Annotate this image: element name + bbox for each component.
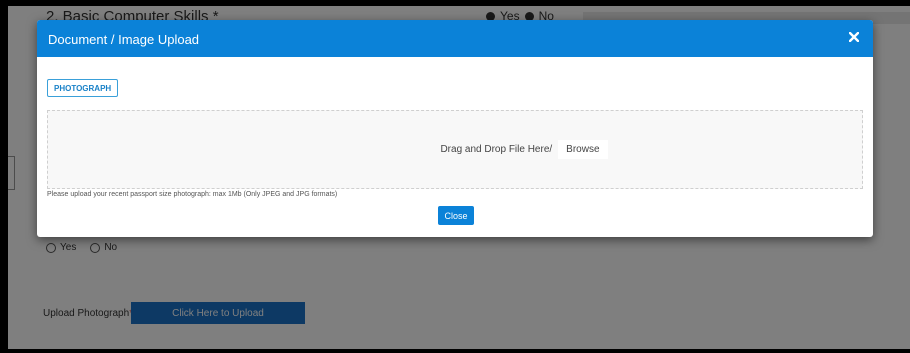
- dropzone-text: Drag and Drop File Here/: [440, 144, 553, 155]
- modal-body: PHOTOGRAPH Drag and Drop File Here/ Brow…: [37, 57, 873, 237]
- photograph-tag[interactable]: PHOTOGRAPH: [47, 79, 119, 97]
- upload-help-text: Please upload your recent passport size …: [47, 191, 338, 198]
- close-button[interactable]: Close: [438, 206, 474, 225]
- close-x-icon[interactable]: [847, 30, 861, 44]
- modal-title: Document / Image Upload: [48, 32, 200, 47]
- modal-header: Document / Image Upload: [37, 20, 873, 57]
- screen: 2. Basic Computer Skills * Yes No Yes No…: [0, 0, 910, 353]
- file-dropzone[interactable]: Drag and Drop File Here/ Browse: [47, 110, 863, 189]
- browse-button[interactable]: Browse: [558, 140, 608, 159]
- upload-modal: Document / Image Upload PHOTOGRAPH Drag …: [37, 20, 873, 237]
